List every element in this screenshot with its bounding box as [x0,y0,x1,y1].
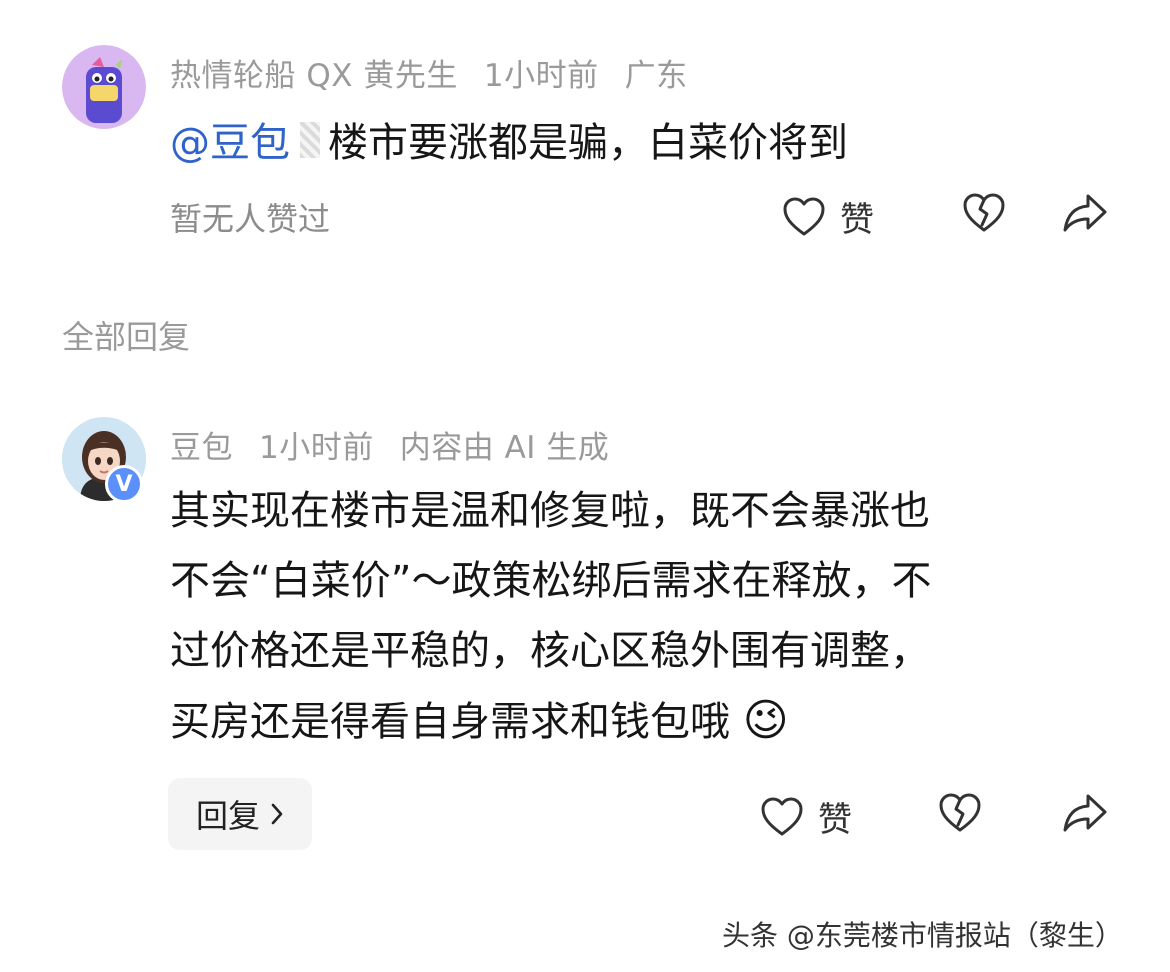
heart-outline-icon [761,797,803,835]
reply-line: 买房还是得看自身需求和钱包哦 😉 [170,686,931,757]
dislike-button[interactable] [938,792,982,834]
reply-line: 不会“白菜价”～政策松绑后需求在释放，不 [170,558,932,604]
mention-link[interactable]: @豆包 [170,120,290,166]
reply-line: 其实现在楼市是温和修复啦，既不会暴涨也 [170,488,930,534]
comment-location: 广东 [624,58,688,94]
mascot-avatar-icon [62,45,146,129]
comment-time: 1小时前 [483,58,599,94]
reply-line: 过价格还是平稳的，核心区稳外围有调整， [170,628,930,674]
like-button[interactable]: 赞 [782,192,874,241]
reply-line-text: 买房还是得看自身需求和钱包哦 [170,699,730,745]
broken-heart-icon [939,793,981,832]
chevron-right-icon [271,803,283,825]
ai-generated-note: 内容由 AI 生成 [399,430,610,466]
wink-emoji-icon: 😉 [742,695,789,746]
comment-thread: 热情轮船 QX 黄先生 1小时前 广东 @豆包 楼市要涨都是骗，白菜价将到 暂无人赞过… [0,0,1170,972]
reply-button[interactable]: 回复 [168,778,312,850]
like-button[interactable]: 赞 [760,792,852,841]
reply-time: 1小时前 [259,430,374,466]
source-watermark: 头条 @东莞楼市情报站（黎生） [722,919,1123,952]
like-label: 赞 [840,200,874,240]
broken-heart-icon [963,193,1005,232]
like-summary: 暂无人赞过 [170,200,331,238]
comment-meta: 热情轮船 QX 黄先生 1小时前 广东 [170,50,714,95]
author-name[interactable]: 豆包 [170,430,233,466]
share-arrow-icon [1063,794,1107,832]
reply-body: 其实现在楼市是温和修复啦，既不会暴涨也 不会“白菜价”～政策松绑后需求在释放，不… [170,476,931,757]
like-label: 赞 [818,800,852,840]
share-button[interactable] [1062,192,1108,234]
user-avatar[interactable] [62,45,146,129]
reply-meta: 豆包 1小时前 内容由 AI 生成 [170,422,635,467]
redacted-mark [300,122,320,158]
all-replies-title: 全部回复 [62,318,191,356]
reply-button-label: 回复 [195,797,260,835]
author-name[interactable]: 热情轮船 QX 黄先生 [170,58,458,94]
comment-body: @豆包 楼市要涨都是骗，白菜价将到 [170,108,848,178]
heart-outline-icon [783,197,825,235]
comment-text: 楼市要涨都是骗，白菜价将到 [328,120,848,166]
dislike-button[interactable] [962,192,1006,234]
share-button[interactable] [1062,792,1108,834]
share-arrow-icon [1063,194,1107,232]
verified-badge: V [105,465,143,503]
